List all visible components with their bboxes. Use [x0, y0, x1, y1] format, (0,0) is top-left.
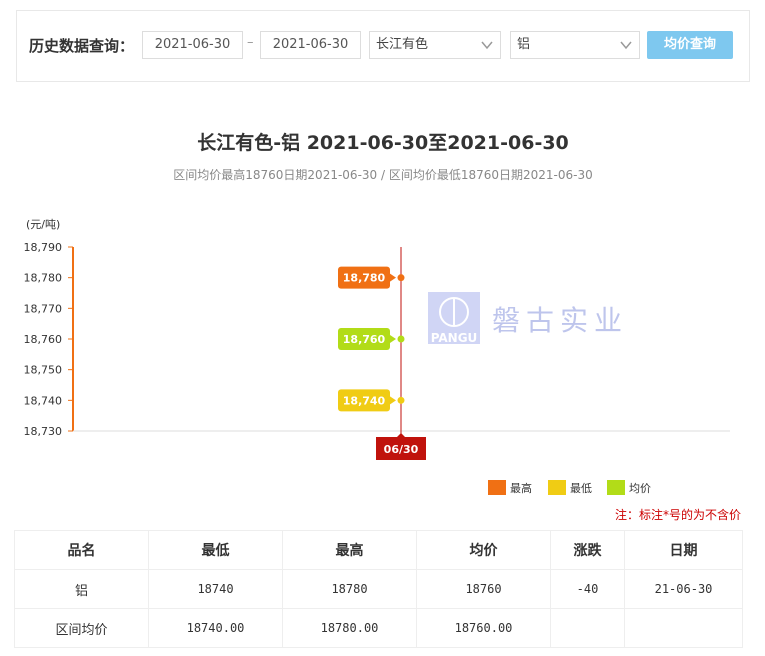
table-cell: -40 — [550, 569, 625, 609]
y-tick-label: 18,760 — [24, 333, 63, 346]
table-cell: 18780.00 — [282, 608, 417, 648]
legend-swatch — [607, 480, 625, 495]
legend: 最高 最低 均价 — [488, 480, 651, 495]
legend-label: 最低 — [570, 482, 592, 495]
table-header-cell: 最低 — [148, 530, 283, 570]
table-row: 区间均价 18740.00 18780.00 18760.00 — [14, 608, 743, 648]
table-cell: 18760.00 — [416, 608, 551, 648]
data-label-pointer — [390, 396, 396, 405]
table-row: 铝 18740 18780 18760 -40 21-06-30 — [14, 569, 743, 609]
table-header-cell: 均价 — [416, 530, 551, 570]
y-tick-label: 18,780 — [24, 272, 63, 285]
watermark-company: 磐古实业 — [492, 304, 628, 337]
table-cell: 区间均价 — [14, 608, 149, 648]
data-label-pointer — [390, 273, 396, 282]
y-unit-label: (元/吨) — [26, 218, 60, 231]
y-tick-label: 18,790 — [24, 241, 63, 254]
y-tick-label: 18,770 — [24, 302, 63, 315]
data-point — [397, 274, 405, 282]
data-label: 18,780 — [343, 272, 386, 285]
legend-swatch — [548, 480, 566, 495]
table-cell: 18780 — [282, 569, 417, 609]
data-point — [397, 396, 405, 404]
table-header-cell: 最高 — [282, 530, 417, 570]
data-label-pointer — [390, 335, 396, 343]
table-header-row: 品名 最低 最高 均价 涨跌 日期 — [14, 530, 743, 570]
price-table: 品名 最低 最高 均价 涨跌 日期 铝 18740 18780 18760 -4… — [14, 530, 743, 648]
data-label: 18,740 — [343, 394, 386, 407]
table-cell: 18760 — [416, 569, 551, 609]
y-tick-label: 18,740 — [24, 394, 63, 407]
table-header-cell: 涨跌 — [550, 530, 625, 570]
table-cell: 18740 — [148, 569, 283, 609]
legend-label: 最高 — [510, 481, 532, 495]
table-header-cell: 品名 — [14, 530, 149, 570]
x-labels: 06/30 — [376, 433, 426, 460]
table-header-cell: 日期 — [624, 530, 743, 570]
y-tick-label: 18,730 — [24, 425, 63, 438]
watermark-logo-text: PANGU — [431, 331, 478, 345]
series-marks: 18,780 18,760 18,740 — [338, 266, 405, 412]
table-cell: 铝 — [14, 569, 149, 609]
note-text: 注：标注*号的为不含价 — [614, 508, 741, 522]
data-point — [397, 335, 405, 343]
y-ticks: 18,730 18,740 18,750 18,760 18,770 18,780 18,7… — [24, 241, 73, 438]
y-tick-label: 18,750 — [24, 364, 63, 377]
legend-label: 均价 — [629, 482, 651, 495]
legend-swatch — [488, 480, 506, 495]
table-cell — [550, 608, 625, 648]
watermark: PANGU 磐古实业 — [428, 292, 628, 345]
table-cell — [624, 608, 743, 648]
data-label: 18,760 — [343, 333, 386, 346]
table-cell: 18740.00 — [148, 608, 283, 648]
x-tick-label: 06/30 — [384, 443, 419, 456]
table-cell: 21-06-30 — [624, 569, 743, 609]
price-chart: PANGU 磐古实业 (元/吨) 18,730 18,740 18,750 18,76… — [24, 218, 730, 495]
